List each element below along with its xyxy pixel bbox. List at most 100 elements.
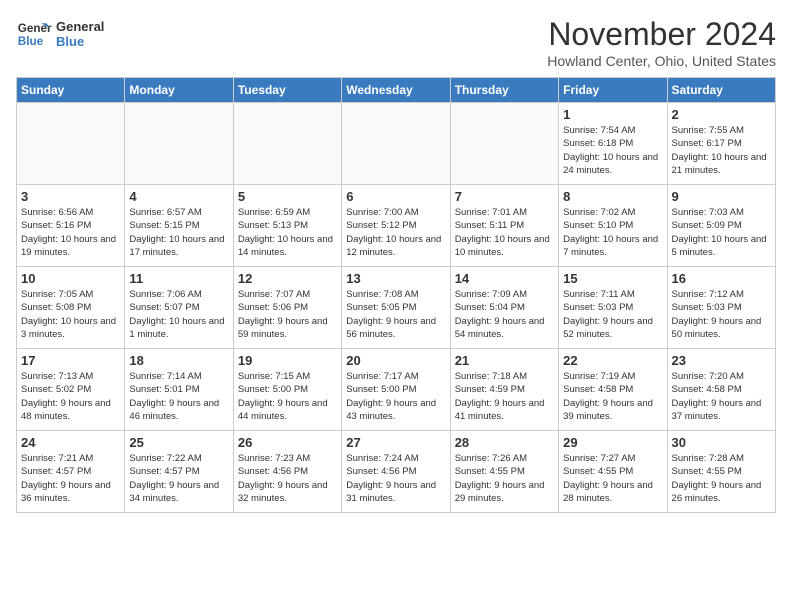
calendar-cell: 27Sunrise: 7:24 AM Sunset: 4:56 PM Dayli…	[342, 431, 450, 513]
day-info: Sunrise: 7:55 AM Sunset: 6:17 PM Dayligh…	[672, 124, 771, 177]
day-number: 25	[129, 435, 228, 450]
weekday-header: Friday	[559, 78, 667, 103]
calendar-cell: 3 Sunrise: 6:56 AM Sunset: 5:16 PM Daylig…	[17, 185, 125, 267]
day-number: 14	[455, 271, 554, 286]
calendar-cell: 6 Sunrise: 7:00 AM Sunset: 5:12 PM Daylig…	[342, 185, 450, 267]
calendar-cell: 15 Sunrise: 7:11 AM Sunset: 5:03 PM Dayli…	[559, 267, 667, 349]
calendar-cell: 17 Sunrise: 7:13 AM Sunset: 5:02 PM Dayli…	[17, 349, 125, 431]
day-info: Sunrise: 7:26 AM Sunset: 4:55 PM Dayligh…	[455, 452, 554, 505]
calendar-cell	[125, 103, 233, 185]
calendar-cell: 10 Sunrise: 7:05 AM Sunset: 5:08 PM Dayli…	[17, 267, 125, 349]
calendar-week-row: 10 Sunrise: 7:05 AM Sunset: 5:08 PM Dayli…	[17, 267, 776, 349]
weekday-header: Tuesday	[233, 78, 341, 103]
day-number: 8	[563, 189, 662, 204]
day-info: Sunrise: 7:27 AM Sunset: 4:55 PM Dayligh…	[563, 452, 662, 505]
calendar-cell: 29 Sunrise: 7:27 AM Sunset: 4:55 PM Dayli…	[559, 431, 667, 513]
calendar-week-row: 24Sunrise: 7:21 AM Sunset: 4:57 PM Dayli…	[17, 431, 776, 513]
calendar-cell: 30 Sunrise: 7:28 AM Sunset: 4:55 PM Dayli…	[667, 431, 775, 513]
page-header: General Blue General Blue November 2024 …	[16, 16, 776, 69]
calendar-cell: 1 Sunrise: 7:54 AM Sunset: 6:18 PM Daylig…	[559, 103, 667, 185]
day-number: 9	[672, 189, 771, 204]
calendar-cell	[17, 103, 125, 185]
day-info: Sunrise: 7:20 AM Sunset: 4:58 PM Dayligh…	[672, 370, 771, 423]
location-title: Howland Center, Ohio, United States	[547, 53, 776, 69]
weekday-header: Saturday	[667, 78, 775, 103]
calendar-cell: 18 Sunrise: 7:14 AM Sunset: 5:01 PM Dayli…	[125, 349, 233, 431]
weekday-header: Monday	[125, 78, 233, 103]
day-number: 3	[21, 189, 120, 204]
calendar-cell: 2 Sunrise: 7:55 AM Sunset: 6:17 PM Daylig…	[667, 103, 775, 185]
calendar-cell: 24Sunrise: 7:21 AM Sunset: 4:57 PM Dayli…	[17, 431, 125, 513]
svg-text:Blue: Blue	[18, 35, 44, 48]
calendar-cell: 5 Sunrise: 6:59 AM Sunset: 5:13 PM Daylig…	[233, 185, 341, 267]
day-number: 17	[21, 353, 120, 368]
calendar-cell: 14 Sunrise: 7:09 AM Sunset: 5:04 PM Dayli…	[450, 267, 558, 349]
day-number: 22	[563, 353, 662, 368]
day-number: 15	[563, 271, 662, 286]
day-number: 2	[672, 107, 771, 122]
day-info: Sunrise: 7:09 AM Sunset: 5:04 PM Dayligh…	[455, 288, 554, 341]
calendar-week-row: 3 Sunrise: 6:56 AM Sunset: 5:16 PM Daylig…	[17, 185, 776, 267]
calendar-cell: 20 Sunrise: 7:17 AM Sunset: 5:00 PM Dayli…	[342, 349, 450, 431]
day-number: 29	[563, 435, 662, 450]
calendar-cell	[233, 103, 341, 185]
calendar-cell: 26Sunrise: 7:23 AM Sunset: 4:56 PM Dayli…	[233, 431, 341, 513]
calendar-cell: 19 Sunrise: 7:15 AM Sunset: 5:00 PM Dayli…	[233, 349, 341, 431]
calendar-cell: 22Sunrise: 7:19 AM Sunset: 4:58 PM Dayli…	[559, 349, 667, 431]
day-info: Sunrise: 7:03 AM Sunset: 5:09 PM Dayligh…	[672, 206, 771, 259]
day-info: Sunrise: 7:01 AM Sunset: 5:11 PM Dayligh…	[455, 206, 554, 259]
weekday-header: Thursday	[450, 78, 558, 103]
calendar-table: SundayMondayTuesdayWednesdayThursdayFrid…	[16, 77, 776, 513]
day-info: Sunrise: 7:54 AM Sunset: 6:18 PM Dayligh…	[563, 124, 662, 177]
day-info: Sunrise: 7:06 AM Sunset: 5:07 PM Dayligh…	[129, 288, 228, 341]
day-info: Sunrise: 7:07 AM Sunset: 5:06 PM Dayligh…	[238, 288, 337, 341]
day-info: Sunrise: 6:57 AM Sunset: 5:15 PM Dayligh…	[129, 206, 228, 259]
day-number: 18	[129, 353, 228, 368]
calendar-cell: 21 Sunrise: 7:18 AM Sunset: 4:59 PM Dayli…	[450, 349, 558, 431]
day-number: 5	[238, 189, 337, 204]
calendar-cell: 4 Sunrise: 6:57 AM Sunset: 5:15 PM Daylig…	[125, 185, 233, 267]
calendar-cell: 25 Sunrise: 7:22 AM Sunset: 4:57 PM Dayli…	[125, 431, 233, 513]
calendar-cell: 11Sunrise: 7:06 AM Sunset: 5:07 PM Dayli…	[125, 267, 233, 349]
day-number: 27	[346, 435, 445, 450]
calendar-week-row: 1 Sunrise: 7:54 AM Sunset: 6:18 PM Daylig…	[17, 103, 776, 185]
day-info: Sunrise: 7:14 AM Sunset: 5:01 PM Dayligh…	[129, 370, 228, 423]
day-info: Sunrise: 6:59 AM Sunset: 5:13 PM Dayligh…	[238, 206, 337, 259]
day-number: 30	[672, 435, 771, 450]
month-title: November 2024	[547, 16, 776, 53]
calendar-cell: 23Sunrise: 7:20 AM Sunset: 4:58 PM Dayli…	[667, 349, 775, 431]
day-number: 19	[238, 353, 337, 368]
day-number: 10	[21, 271, 120, 286]
day-info: Sunrise: 6:56 AM Sunset: 5:16 PM Dayligh…	[21, 206, 120, 259]
day-info: Sunrise: 7:05 AM Sunset: 5:08 PM Dayligh…	[21, 288, 120, 341]
day-number: 4	[129, 189, 228, 204]
day-number: 21	[455, 353, 554, 368]
day-number: 20	[346, 353, 445, 368]
logo: General Blue General Blue	[16, 16, 104, 52]
calendar-cell: 16Sunrise: 7:12 AM Sunset: 5:03 PM Dayli…	[667, 267, 775, 349]
day-info: Sunrise: 7:15 AM Sunset: 5:00 PM Dayligh…	[238, 370, 337, 423]
day-info: Sunrise: 7:28 AM Sunset: 4:55 PM Dayligh…	[672, 452, 771, 505]
day-info: Sunrise: 7:13 AM Sunset: 5:02 PM Dayligh…	[21, 370, 120, 423]
day-info: Sunrise: 7:17 AM Sunset: 5:00 PM Dayligh…	[346, 370, 445, 423]
day-info: Sunrise: 7:08 AM Sunset: 5:05 PM Dayligh…	[346, 288, 445, 341]
day-info: Sunrise: 7:22 AM Sunset: 4:57 PM Dayligh…	[129, 452, 228, 505]
calendar-cell: 8 Sunrise: 7:02 AM Sunset: 5:10 PM Daylig…	[559, 185, 667, 267]
day-number: 12	[238, 271, 337, 286]
calendar-cell	[342, 103, 450, 185]
day-info: Sunrise: 7:02 AM Sunset: 5:10 PM Dayligh…	[563, 206, 662, 259]
logo-line1: General	[56, 19, 104, 34]
calendar-cell: 9 Sunrise: 7:03 AM Sunset: 5:09 PM Daylig…	[667, 185, 775, 267]
logo-line2: Blue	[56, 34, 104, 49]
day-info: Sunrise: 7:00 AM Sunset: 5:12 PM Dayligh…	[346, 206, 445, 259]
weekday-header: Sunday	[17, 78, 125, 103]
calendar-cell: 13Sunrise: 7:08 AM Sunset: 5:05 PM Dayli…	[342, 267, 450, 349]
calendar-cell: 7Sunrise: 7:01 AM Sunset: 5:11 PM Daylig…	[450, 185, 558, 267]
calendar-cell: 28Sunrise: 7:26 AM Sunset: 4:55 PM Dayli…	[450, 431, 558, 513]
day-info: Sunrise: 7:18 AM Sunset: 4:59 PM Dayligh…	[455, 370, 554, 423]
day-info: Sunrise: 7:11 AM Sunset: 5:03 PM Dayligh…	[563, 288, 662, 341]
weekday-header: Wednesday	[342, 78, 450, 103]
title-block: November 2024 Howland Center, Ohio, Unit…	[547, 16, 776, 69]
day-number: 1	[563, 107, 662, 122]
day-number: 6	[346, 189, 445, 204]
